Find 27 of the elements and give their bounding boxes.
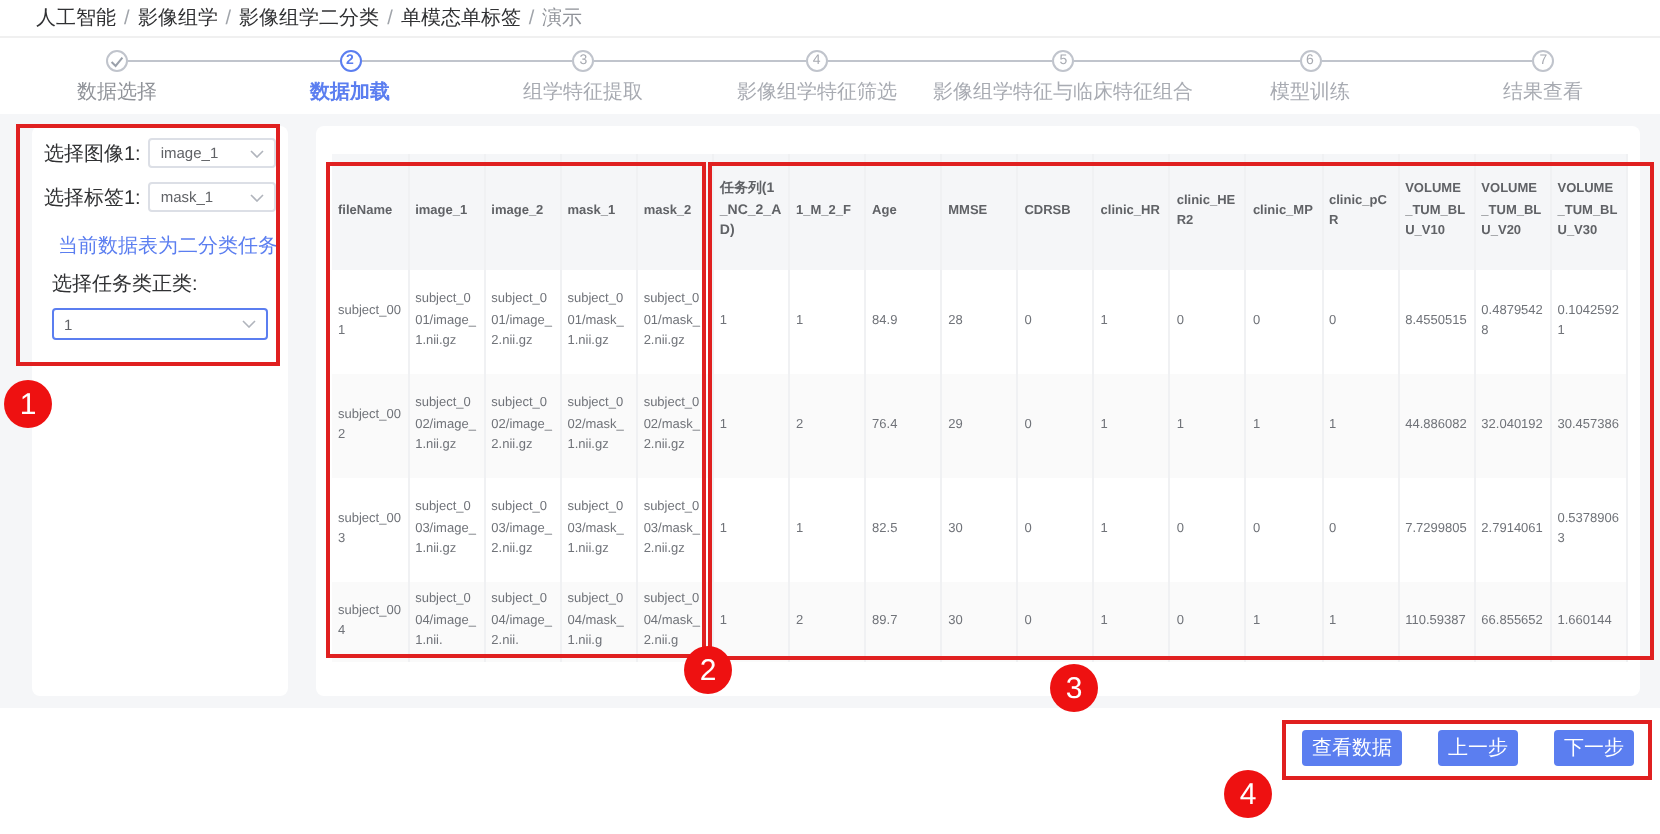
breadcrumb-separator: / [225, 7, 232, 29]
breadcrumb-separator: / [528, 7, 535, 29]
step-label: 数据选择 [76, 79, 157, 106]
step-label: 结果查看 [1503, 79, 1584, 106]
breadcrumb-item[interactable]: 影像组学二分类 [239, 4, 380, 32]
breadcrumb-item[interactable]: 影像组学 [137, 4, 218, 32]
step-label: 模型训练 [1269, 79, 1350, 106]
field-label: 选择任务类正类: [52, 271, 200, 298]
step-label: 组学特征提取 [523, 79, 644, 106]
info-message: 当前数据表为二分类任务 [58, 233, 278, 260]
action-button[interactable]: 上一步 [1438, 730, 1518, 766]
step-label: 影像组学特征筛选 [736, 79, 897, 106]
breadcrumb-separator: / [387, 7, 393, 29]
step-label: 数据加载 [309, 79, 390, 106]
action-button[interactable]: 查看数据 [1302, 730, 1402, 766]
field-label: 选择标签1: [44, 185, 141, 211]
action-button[interactable]: 下一步 [1554, 730, 1634, 766]
breadcrumb-item: 演示 [542, 5, 583, 32]
annotation-marker: 4 [1224, 770, 1272, 818]
chevron-down-icon [250, 193, 264, 201]
chevron-down-icon [250, 149, 264, 157]
breadcrumb-separator: / [124, 7, 130, 29]
breadcrumb-item[interactable]: 单模态单标签 [400, 4, 521, 32]
chevron-down-icon [242, 320, 256, 328]
breadcrumb-item[interactable]: 人工智能 [36, 4, 116, 32]
field-label: 选择图像1: [44, 141, 141, 167]
step-label: 影像组学特征与临床特征组合 [933, 79, 1194, 106]
